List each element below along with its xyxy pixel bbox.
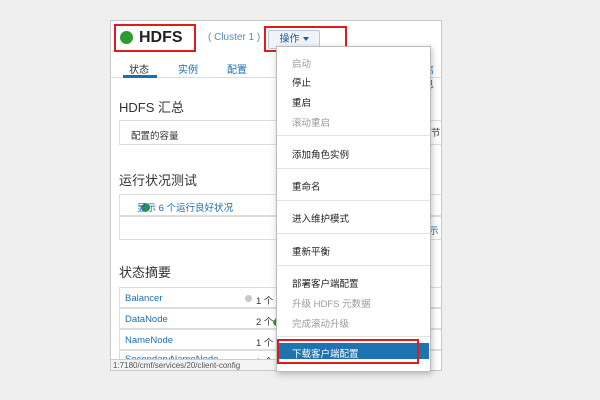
- green-check-icon: [120, 31, 133, 44]
- menu-item-enter-maintenance[interactable]: 进入维护模式: [292, 211, 349, 225]
- health-good-link[interactable]: 显示 6 个运行良好状况: [137, 200, 233, 214]
- tab-configuration[interactable]: 配置: [227, 61, 247, 76]
- menu-divider: [277, 233, 430, 234]
- cluster-link[interactable]: ( Cluster 1 ): [208, 32, 260, 43]
- actions-dropdown-menu: 启动 停止 重启 滚动重启 添加角色实例 重命名 进入维护模式 重新平衡 部署客…: [276, 46, 431, 372]
- summary-title: HDFS 汇总: [119, 100, 185, 115]
- menu-divider: [277, 135, 430, 136]
- menu-item-rolling-restart[interactable]: 滚动重启: [292, 115, 330, 129]
- menu-item-add-role-instances[interactable]: 添加角色实例: [292, 147, 349, 161]
- grey-dot-icon: [245, 295, 252, 302]
- summary-right-clip: 节: [431, 128, 441, 139]
- menu-item-finalize-rolling-upgrade[interactable]: 完成滚动升级: [292, 316, 349, 330]
- menu-divider: [277, 168, 430, 169]
- status-summary-title: 状态摘要: [119, 265, 172, 280]
- menu-item-rename[interactable]: 重命名: [292, 179, 321, 193]
- actions-button-label: 操作: [279, 34, 300, 45]
- capacity-label: 配置的容量: [131, 131, 179, 142]
- role-status: 1 个: [256, 338, 274, 349]
- menu-item-deploy-client-config[interactable]: 部署客户端配置: [292, 276, 359, 290]
- role-status: 2 个: [256, 317, 274, 328]
- menu-item-rebalance[interactable]: 重新平衡: [292, 244, 330, 258]
- menu-divider: [277, 336, 430, 337]
- download-config-highlight: [277, 339, 419, 364]
- active-tab-indicator: [123, 75, 157, 78]
- menu-item-start[interactable]: 启动: [292, 56, 311, 70]
- role-link-balancer[interactable]: Balancer: [125, 293, 163, 304]
- menu-item-upgrade-hdfs-metadata[interactable]: 升级 HDFS 元数据: [292, 296, 371, 310]
- menu-item-restart[interactable]: 重启: [292, 95, 311, 109]
- role-link-namenode[interactable]: NameNode: [125, 335, 173, 346]
- service-title: HDFS: [139, 29, 183, 46]
- role-link-datanode[interactable]: DataNode: [125, 314, 168, 325]
- menu-divider: [277, 265, 430, 266]
- role-status: 1 个: [256, 296, 274, 307]
- menu-divider: [277, 200, 430, 201]
- tab-status[interactable]: 状态: [129, 61, 149, 76]
- chevron-down-icon: [302, 37, 309, 42]
- menu-item-stop[interactable]: 停止: [292, 75, 311, 89]
- tab-instances[interactable]: 实例: [178, 61, 198, 76]
- health-title: 运行状况测试: [119, 173, 198, 188]
